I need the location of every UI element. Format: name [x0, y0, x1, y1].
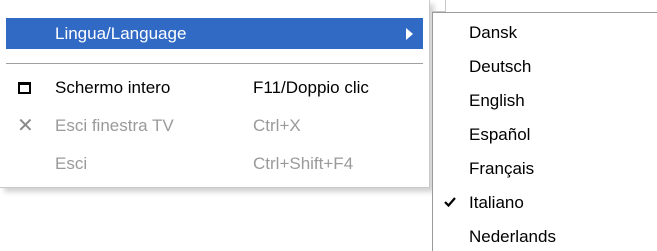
language-item-label: Español — [469, 125, 531, 144]
language-item-english[interactable]: English — [433, 84, 657, 118]
language-item-label: Dansk — [469, 23, 518, 42]
language-item-italiano[interactable]: Italiano — [433, 186, 657, 220]
context-menu: Lingua/Language Schermo intero F11/Doppi… — [0, 0, 430, 188]
menu-item-close-tv[interactable]: ✕ Esci finestra TV Ctrl+X — [3, 112, 426, 140]
language-item-deutsch[interactable]: Deutsch — [433, 50, 657, 84]
language-item-label: Français — [469, 159, 535, 178]
language-submenu: Dansk Deutsch English Español Français I… — [432, 12, 657, 251]
screen: Lingua/Language Schermo intero F11/Doppi… — [0, 0, 657, 251]
submenu-arrow-icon — [406, 28, 413, 40]
menu-item-close-tv-label: Esci finestra TV — [55, 116, 174, 135]
menu-item-exit-label: Esci — [55, 154, 88, 173]
language-item-dansk[interactable]: Dansk — [433, 16, 657, 50]
language-item-francais[interactable]: Français — [433, 152, 657, 186]
menu-item-fullscreen-label: Schermo intero — [55, 78, 171, 97]
menu-item-fullscreen-shortcut: F11/Doppio clic — [253, 78, 369, 97]
language-item-label: Nederlands — [469, 227, 556, 246]
menu-separator — [6, 63, 423, 65]
close-icon: ✕ — [17, 115, 34, 137]
checkmark-icon — [444, 197, 456, 208]
language-item-label: Deutsch — [469, 57, 532, 76]
language-item-espanol[interactable]: Español — [433, 118, 657, 152]
menu-item-close-tv-shortcut: Ctrl+X — [253, 116, 301, 135]
menu-item-fullscreen[interactable]: Schermo intero F11/Doppio clic — [3, 74, 426, 102]
menu-item-language[interactable]: Lingua/Language — [6, 18, 423, 49]
language-item-label: English — [469, 91, 525, 110]
language-item-label: Italiano — [469, 193, 524, 212]
menu-item-exit[interactable]: Esci Ctrl+Shift+F4 — [3, 150, 426, 178]
menu-item-language-label: Lingua/Language — [55, 24, 187, 43]
submenu-corner — [432, 0, 446, 12]
menu-item-exit-shortcut: Ctrl+Shift+F4 — [253, 154, 354, 173]
language-item-nederlands[interactable]: Nederlands — [433, 220, 657, 251]
fullscreen-window-icon — [18, 82, 31, 94]
